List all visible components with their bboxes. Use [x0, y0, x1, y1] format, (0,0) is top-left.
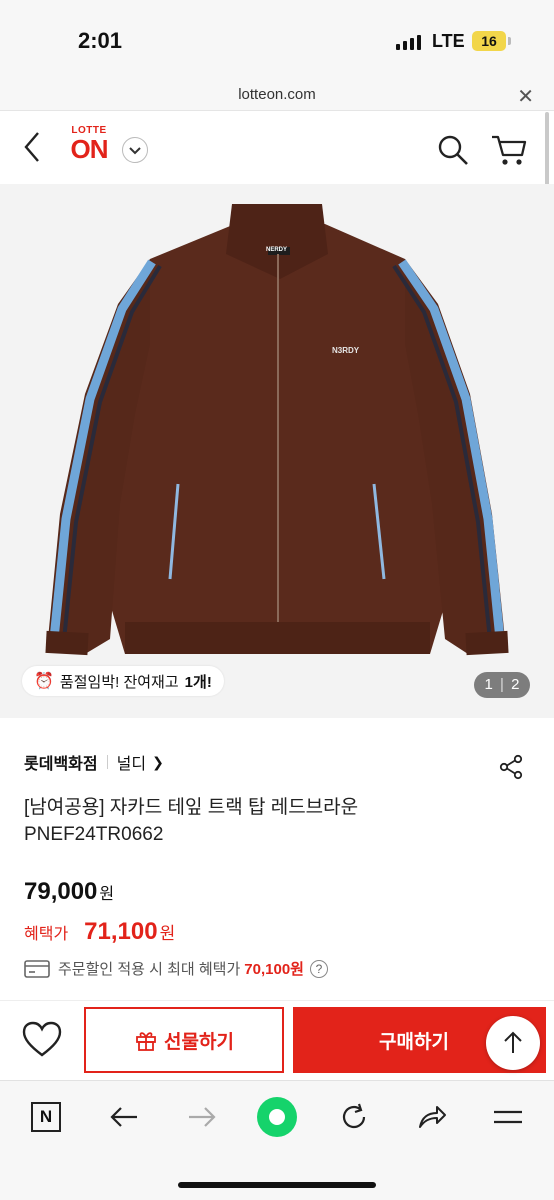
url-bar: lotteon.com ✕ [0, 82, 554, 110]
image-counter-total: 2 [511, 676, 520, 693]
url-text[interactable]: lotteon.com [0, 86, 554, 103]
green-home-icon [257, 1097, 297, 1137]
alarm-clock-icon: ⏰ [34, 673, 54, 690]
chevron-right-icon[interactable]: ❯ [152, 754, 164, 771]
status-time: 2:01 [78, 28, 123, 53]
share-arrow-icon [419, 1106, 446, 1128]
product-title: [남여공용] 자카드 테잎 트랙 탑 레드브라운 PNEF24TR0662 [24, 797, 359, 845]
back-button[interactable] [18, 129, 50, 165]
refresh-icon [342, 1103, 366, 1129]
benefit-price: 71,100 [84, 918, 158, 945]
forward-arrow-icon [189, 1107, 216, 1127]
lotte-on-logo[interactable]: LOTTE ON [64, 125, 114, 162]
battery-icon: 16 [472, 31, 506, 51]
search-icon [438, 135, 468, 165]
stock-alert-text: 품절임박! 잔여재고 [59, 673, 179, 691]
share-button[interactable] [498, 754, 524, 780]
gift-label: 선물하기 [164, 1031, 234, 1053]
browser-back-button[interactable] [104, 1097, 144, 1137]
logo-dropdown-button[interactable] [122, 137, 148, 163]
image-counter: 1 | 2 [474, 672, 530, 698]
cart-icon [492, 135, 527, 165]
divider [106, 755, 108, 769]
price-unit: 원 [99, 886, 115, 903]
arrow-up-icon [504, 1031, 522, 1053]
scroll-top-button[interactable] [486, 1016, 540, 1070]
browser-forward-button[interactable] [182, 1097, 222, 1137]
card-icon [24, 959, 50, 978]
purchase-bar: 선물하기 구매하기 [0, 1000, 554, 1080]
heart-icon [22, 1021, 62, 1057]
status-bar: 2:01 LTE 16 [0, 0, 554, 82]
benefit-unit: 원 [159, 924, 176, 943]
n-icon: N [31, 1102, 61, 1132]
gift-icon [136, 1032, 156, 1051]
benefit-label: 혜택가 [24, 926, 69, 943]
app-header: LOTTE ON [0, 110, 554, 184]
home-indicator[interactable] [178, 1182, 376, 1188]
back-arrow-icon [110, 1107, 137, 1127]
search-button[interactable] [436, 133, 470, 167]
chevron-down-icon [129, 147, 141, 155]
n-button[interactable]: N [26, 1097, 66, 1137]
stock-alert-count: 1개! [184, 673, 212, 691]
gift-button[interactable]: 선물하기 [84, 1007, 284, 1073]
battery-tip [508, 37, 511, 45]
menu-button[interactable] [488, 1097, 528, 1137]
price-row: 79,000 원 [24, 878, 114, 906]
share-icon [499, 754, 523, 780]
back-icon [24, 132, 39, 162]
store-name[interactable]: 롯데백화점 [24, 750, 98, 774]
cart-button[interactable] [490, 133, 528, 167]
share-page-button[interactable] [412, 1097, 452, 1137]
neck-label: NERDY [266, 247, 288, 253]
product-image-carousel[interactable]: N3RDY NERDY ⏰ 품절임박! 잔여재고 1개! 1 | 2 [0, 184, 554, 718]
wishlist-button[interactable] [20, 1019, 64, 1059]
chest-logo: N3RDY [332, 346, 360, 355]
coupon-text: 주문할인 적용 시 최대 혜택가 [58, 961, 241, 978]
original-price: 79,000 [24, 878, 98, 905]
menu-icon [494, 1110, 522, 1124]
image-counter-current: 1 [484, 676, 493, 693]
coupon-row[interactable]: 주문할인 적용 시 최대 혜택가 70,100원 ? [24, 958, 328, 979]
refresh-button[interactable] [334, 1097, 374, 1137]
benefit-price-row: 혜택가 71,100 원 [24, 918, 175, 946]
signal-icon [396, 34, 421, 50]
coupon-price: 70,100원 [244, 961, 304, 978]
seller-row[interactable]: 롯데백화점 널디 ❯ [24, 750, 164, 774]
help-icon[interactable]: ? [309, 959, 328, 978]
brand-name[interactable]: 널디 [117, 750, 146, 774]
jacket-image [45, 204, 509, 656]
logo-main-text: ON [70, 134, 109, 164]
network-label: LTE [432, 31, 465, 51]
green-home-button[interactable] [257, 1097, 297, 1137]
stock-alert-badge: ⏰ 품절임박! 잔여재고 1개! [22, 666, 224, 696]
close-icon[interactable]: ✕ [517, 84, 534, 109]
buy-label: 구매하기 [379, 1031, 449, 1053]
